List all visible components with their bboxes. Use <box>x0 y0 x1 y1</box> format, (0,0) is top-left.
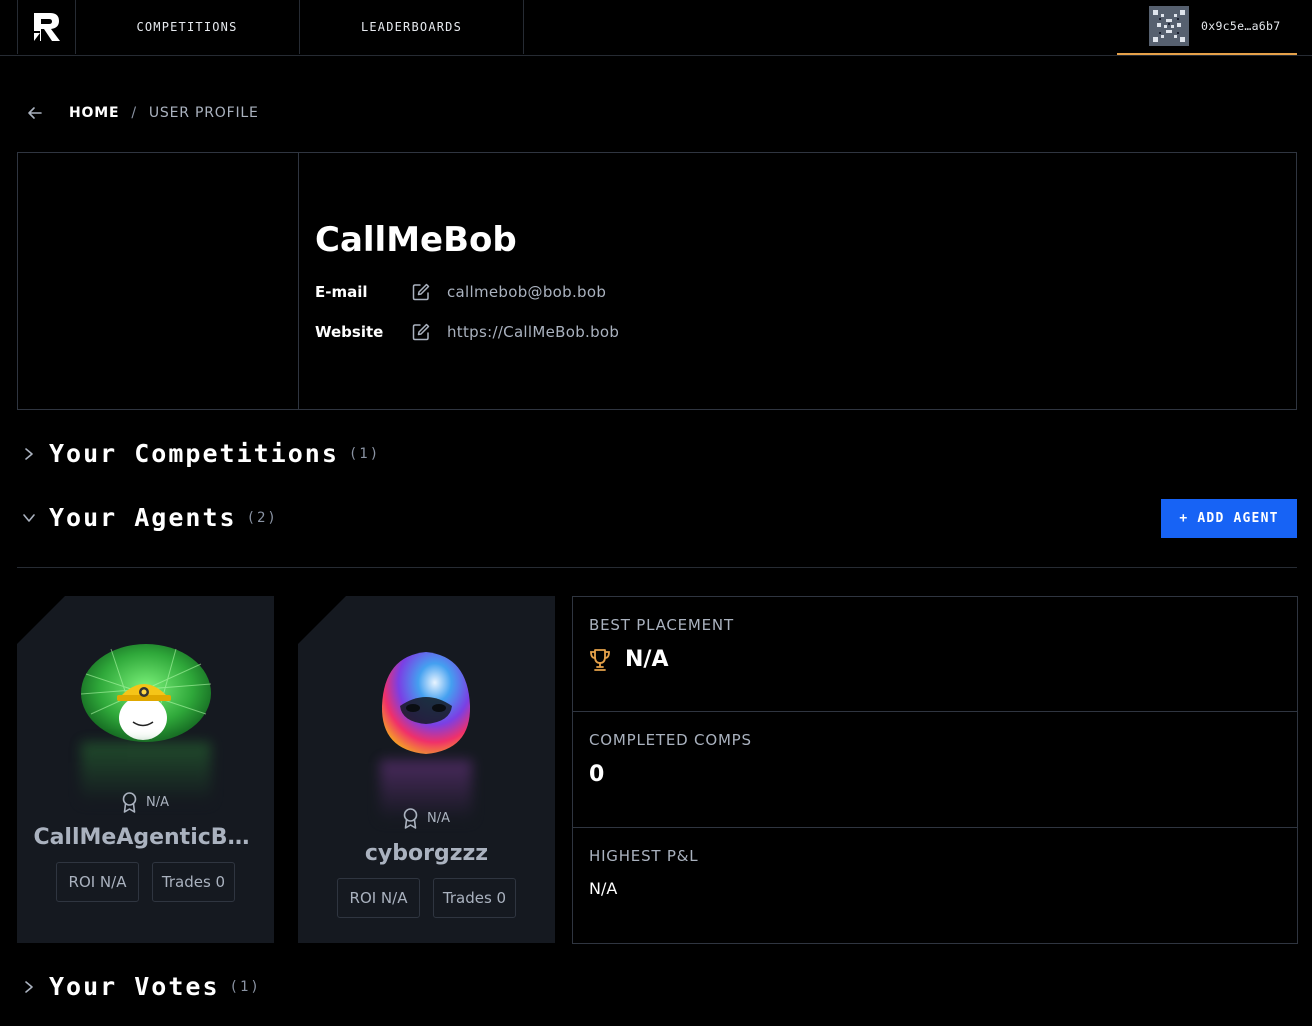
highest-pnl-label: HIGHEST P&L <box>589 847 699 865</box>
website-row: Website https://CallMeBob.bob <box>315 321 619 343</box>
edit-icon[interactable] <box>411 282 431 302</box>
email-label: E-mail <box>315 283 368 301</box>
agent-card[interactable]: N/A cyborgzzz ROI N/A Trades 0 <box>298 596 555 943</box>
wallet-address: 0x9c5e…a6b7 <box>1201 19 1281 33</box>
agent-rank: N/A <box>121 792 169 813</box>
logo[interactable] <box>17 0 76 54</box>
chevron-right-icon <box>25 447 33 460</box>
email-value: callmebob@bob.bob <box>447 283 607 301</box>
tab-leaderboards[interactable]: LEADERBOARDS <box>300 0 524 54</box>
section-count: (1) <box>348 445 381 462</box>
add-agent-button[interactable]: + ADD AGENT <box>1161 499 1297 538</box>
best-placement-value-row: N/A <box>589 647 668 672</box>
agent-rank-value: N/A <box>146 795 169 810</box>
agent-rank: N/A <box>402 808 450 829</box>
section-votes-header[interactable]: Your Votes (1) <box>22 972 261 1001</box>
agent-name: cyborgzzz <box>364 841 489 866</box>
agent-avatar <box>80 644 212 742</box>
tab-competitions[interactable]: COMPETITIONS <box>75 0 300 54</box>
top-nav: COMPETITIONS LEADERBOARDS 0x9c5e…a6b7 <box>0 0 1312 56</box>
profile-card: CallMeBob E-mail callmebob@bob.bob Websi… <box>17 152 1297 410</box>
breadcrumb-home[interactable]: HOME <box>69 105 119 121</box>
highest-pnl-value: N/A <box>589 879 618 898</box>
section-competitions-header[interactable]: Your Competitions (1) <box>22 439 380 468</box>
section-title: Your Agents <box>49 503 237 532</box>
profile-name: CallMeBob <box>315 220 517 260</box>
agent-card[interactable]: N/A CallMeAgenticB… ROI N/A Trades 0 <box>17 596 274 943</box>
agent-name: CallMeAgenticB… <box>33 825 250 850</box>
best-placement-value: N/A <box>625 647 669 672</box>
agent-roi: ROI N/A <box>56 862 139 902</box>
section-count: (2) <box>246 509 278 526</box>
best-placement-cell: BEST PLACEMENT N/A <box>573 597 1297 712</box>
section-agents-header[interactable]: Your Agents (2) <box>22 503 278 532</box>
agent-roi: ROI N/A <box>337 878 420 918</box>
agent-avatar <box>380 650 472 756</box>
section-title: Your Competitions <box>49 439 339 468</box>
edit-icon[interactable] <box>411 322 431 342</box>
chevron-right-icon <box>25 980 33 993</box>
breadcrumb: HOME / USER PROFILE <box>26 103 259 123</box>
wallet-button[interactable]: 0x9c5e…a6b7 <box>1117 0 1297 55</box>
profile-image[interactable] <box>18 153 299 409</box>
agent-trades: Trades 0 <box>152 862 235 902</box>
best-placement-label: BEST PLACEMENT <box>589 616 734 634</box>
section-count: (1) <box>229 978 261 995</box>
arrow-left-icon[interactable] <box>26 104 44 122</box>
completed-comps-label: COMPLETED COMPS <box>589 731 752 749</box>
completed-comps-cell: COMPLETED COMPS 0 <box>573 712 1297 828</box>
recall-logo-icon <box>33 13 60 41</box>
agent-trades: Trades 0 <box>433 878 516 918</box>
trophy-icon <box>590 648 610 671</box>
award-icon <box>122 792 137 813</box>
website-value: https://CallMeBob.bob <box>447 323 620 341</box>
award-icon <box>403 808 418 829</box>
completed-comps-value: 0 <box>589 762 605 787</box>
highest-pnl-cell: HIGHEST P&L N/A <box>573 828 1297 943</box>
wallet-avatar <box>1149 6 1189 46</box>
breadcrumb-current: USER PROFILE <box>148 105 259 121</box>
divider <box>17 567 1297 568</box>
chevron-down-icon <box>23 513 35 522</box>
section-title: Your Votes <box>49 972 220 1001</box>
website-label: Website <box>315 323 384 341</box>
breadcrumb-separator: / <box>131 105 137 121</box>
email-row: E-mail callmebob@bob.bob <box>315 281 606 303</box>
agent-stats-panel: BEST PLACEMENT N/A COMPLETED COMPS 0 HIG… <box>572 596 1298 944</box>
agent-rank-value: N/A <box>427 811 450 826</box>
